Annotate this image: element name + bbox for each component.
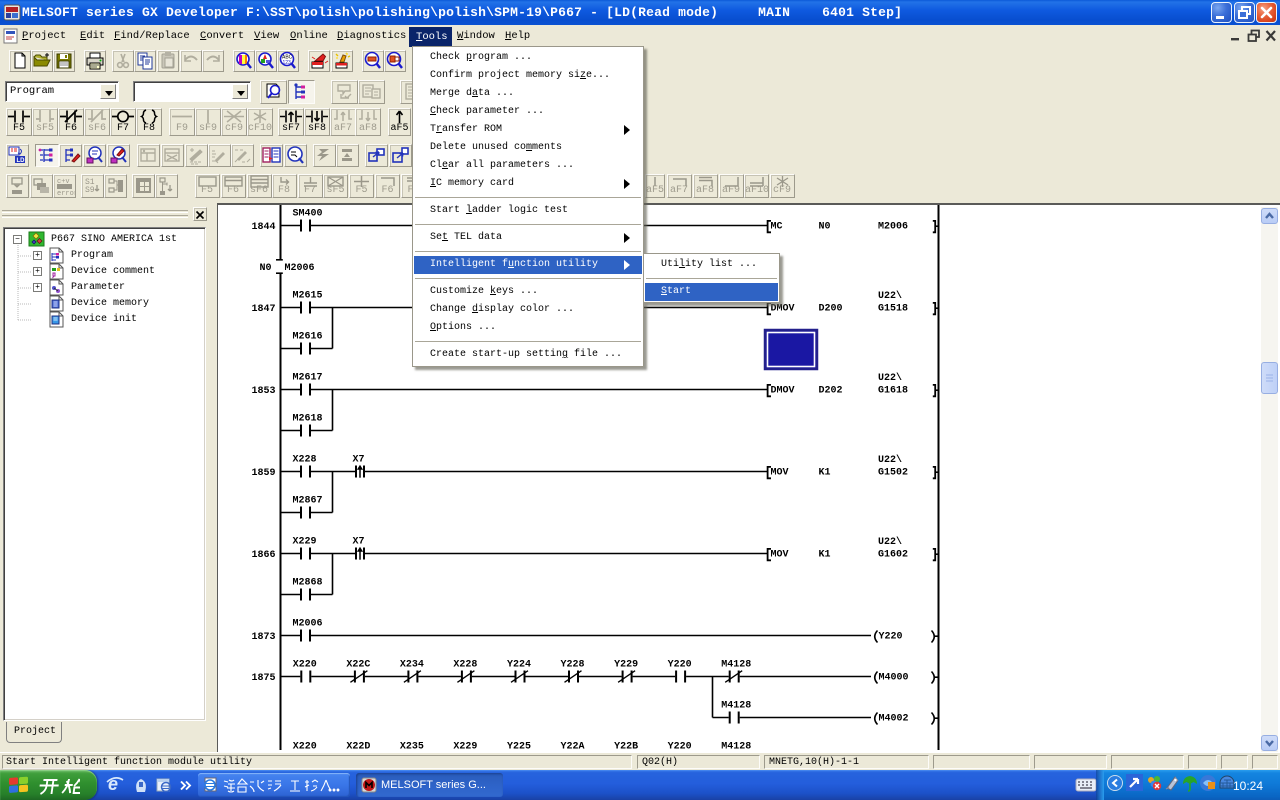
svg-text:K1: K1 <box>819 468 831 479</box>
svg-text:X235: X235 <box>400 742 424 753</box>
svg-text:X220: X220 <box>293 660 317 671</box>
svg-text:X7: X7 <box>353 537 365 548</box>
svg-text:1873: 1873 <box>251 632 275 643</box>
svg-text:1844: 1844 <box>251 222 275 233</box>
svg-text:M2006: M2006 <box>293 619 323 630</box>
svg-text:G1518: G1518 <box>878 304 908 315</box>
svg-text:X228: X228 <box>453 660 477 671</box>
svg-text:e: e <box>108 774 118 794</box>
svg-text:G1502: G1502 <box>878 468 908 479</box>
svg-text:D200: D200 <box>819 304 843 315</box>
svg-text:M2616: M2616 <box>293 332 323 343</box>
svg-text:DMOV: DMOV <box>771 304 795 315</box>
svg-text:X220: X220 <box>293 742 317 753</box>
svg-text:Y228: Y228 <box>561 660 585 671</box>
svg-text:M4128: M4128 <box>721 660 751 671</box>
svg-text:M4128: M4128 <box>721 701 751 712</box>
svg-text:Y224: Y224 <box>507 660 531 671</box>
svg-text:G1618: G1618 <box>878 386 908 397</box>
svg-text:X22D: X22D <box>346 742 370 753</box>
svg-text:X22C: X22C <box>346 660 370 671</box>
svg-text:Y229: Y229 <box>614 660 638 671</box>
svg-text:N0: N0 <box>819 222 831 233</box>
svg-text:N0: N0 <box>259 263 271 274</box>
svg-text:M2618: M2618 <box>293 414 323 425</box>
svg-text:M4000: M4000 <box>879 673 909 684</box>
svg-text:S9: S9 <box>85 186 95 195</box>
svg-text:M4128: M4128 <box>721 742 751 753</box>
svg-text:U22\: U22\ <box>878 372 902 384</box>
svg-text:X229: X229 <box>293 537 317 548</box>
svg-text:K1: K1 <box>819 550 831 561</box>
svg-text:M2615: M2615 <box>293 291 323 302</box>
svg-text:Y225: Y225 <box>507 742 531 753</box>
svg-text:MOV: MOV <box>771 550 789 561</box>
svg-text:M2617: M2617 <box>293 373 323 384</box>
svg-text:M2006: M2006 <box>878 222 908 233</box>
svg-text:123: 123 <box>283 60 292 66</box>
svg-text:X7: X7 <box>353 455 365 466</box>
svg-text:MOV: MOV <box>771 468 789 479</box>
svg-text:M4002: M4002 <box>879 714 909 725</box>
svg-text:1853: 1853 <box>251 386 275 397</box>
svg-text:M2006: M2006 <box>285 263 315 274</box>
svg-text:U22\: U22\ <box>878 454 902 466</box>
svg-text:M2868: M2868 <box>293 578 323 589</box>
svg-text:Y220: Y220 <box>879 632 903 643</box>
svg-text:1859: 1859 <box>251 468 275 479</box>
svg-text:Y22A: Y22A <box>561 742 585 753</box>
svg-text:U22\: U22\ <box>878 290 902 302</box>
svg-text:U22\: U22\ <box>878 536 902 548</box>
svg-text:G1602: G1602 <box>878 550 908 561</box>
svg-text:SM400: SM400 <box>293 209 323 220</box>
svg-text:1847: 1847 <box>251 304 275 315</box>
svg-text:1866: 1866 <box>251 550 275 561</box>
svg-text:D202: D202 <box>819 386 843 397</box>
svg-text:1875: 1875 <box>251 673 275 684</box>
svg-text:MC: MC <box>771 222 783 233</box>
svg-text:Y220: Y220 <box>668 742 692 753</box>
svg-text:LD: LD <box>17 158 26 164</box>
svg-text:Y22B: Y22B <box>614 742 638 753</box>
svg-text:M2867: M2867 <box>293 496 323 507</box>
svg-text:X229: X229 <box>453 742 477 753</box>
svg-text:DMOV: DMOV <box>771 386 795 397</box>
svg-text:X228: X228 <box>293 455 317 466</box>
svg-text:error: error <box>57 190 75 197</box>
svg-text:Y220: Y220 <box>668 660 692 671</box>
svg-text:X234: X234 <box>400 660 424 671</box>
